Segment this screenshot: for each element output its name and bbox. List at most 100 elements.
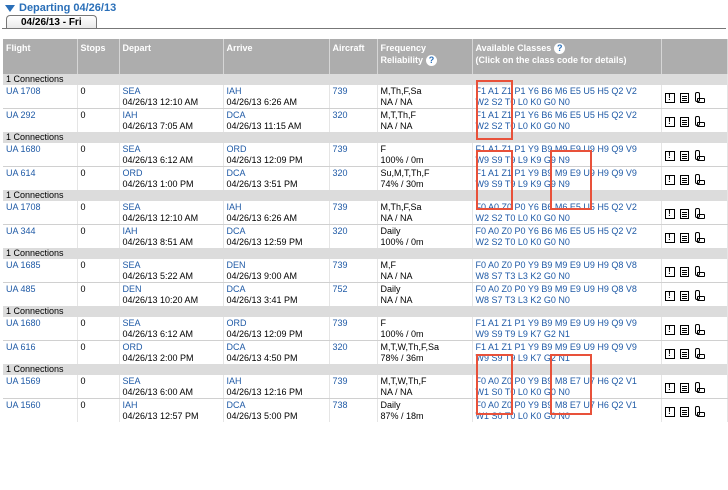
- document-icon[interactable]: [679, 208, 689, 219]
- flight-link[interactable]: UA 1680: [6, 144, 41, 154]
- flight-link[interactable]: UA 292: [6, 110, 36, 120]
- help-icon[interactable]: ?: [554, 43, 566, 55]
- seat-icon[interactable]: [694, 116, 705, 127]
- arrive-city-link[interactable]: ORD: [227, 144, 247, 154]
- warning-icon[interactable]: !: [664, 406, 675, 417]
- class-codes-line1[interactable]: F0 A0 Z0 P0 Y9 B9 M9 E9 U9 H9 Q8 V8: [476, 260, 637, 270]
- warning-icon[interactable]: !: [664, 116, 675, 127]
- seat-icon[interactable]: [694, 324, 705, 335]
- class-codes-line1[interactable]: F1 A1 Z1 P1 Y6 B6 M6 E5 U5 H5 Q2 V2: [476, 110, 637, 120]
- class-codes-line1[interactable]: F1 A1 Z1 P1 Y9 B9 M9 E9 U9 H9 Q9 V9: [476, 168, 637, 178]
- warning-icon[interactable]: !: [664, 348, 675, 359]
- arrive-city-link[interactable]: DCA: [227, 400, 246, 410]
- class-codes-line1[interactable]: F1 A1 Z1 P1 Y9 B9 M9 E9 U9 H9 Q9 V9: [476, 318, 637, 328]
- arrive-city-link[interactable]: IAH: [227, 86, 242, 96]
- class-codes-line1[interactable]: F0 A0 Z0 P0 Y9 B9 M9 E9 U9 H9 Q8 V8: [476, 284, 637, 294]
- aircraft-link[interactable]: 739: [333, 318, 348, 328]
- warning-icon[interactable]: !: [664, 382, 675, 393]
- class-codes-line2[interactable]: W9 S9 T9 L9 K7 G2 N1: [476, 353, 570, 363]
- class-codes-line2[interactable]: W2 S2 T0 L0 K0 G0 N0: [476, 97, 570, 107]
- class-codes-line2[interactable]: W1 S0 T0 L0 K0 G0 N0: [476, 411, 570, 421]
- class-codes-line2[interactable]: W2 S2 T0 L0 K0 G0 N0: [476, 213, 570, 223]
- seat-icon[interactable]: [694, 290, 705, 301]
- class-codes-line1[interactable]: F1 A1 Z1 P1 Y9 B9 M9 E9 U9 H9 Q9 V9: [476, 144, 637, 154]
- arrive-city-link[interactable]: IAH: [227, 376, 242, 386]
- warning-icon[interactable]: !: [664, 266, 675, 277]
- depart-city-link[interactable]: ORD: [123, 168, 143, 178]
- warning-icon[interactable]: !: [664, 324, 675, 335]
- flight-link[interactable]: UA 616: [6, 342, 36, 352]
- class-codes-line2[interactable]: W9 S9 T9 L9 K9 G9 N9: [476, 179, 570, 189]
- aircraft-link[interactable]: 752: [333, 284, 348, 294]
- document-icon[interactable]: [679, 324, 689, 335]
- flight-link[interactable]: UA 344: [6, 226, 36, 236]
- class-codes-line1[interactable]: F0 A0 Z0 P0 Y9 B9 M8 E7 U7 H6 Q2 V1: [476, 376, 637, 386]
- seat-icon[interactable]: [694, 266, 705, 277]
- class-codes-line2[interactable]: W8 S7 T3 L3 K2 G0 N0: [476, 271, 570, 281]
- depart-city-link[interactable]: IAH: [123, 110, 138, 120]
- depart-city-link[interactable]: ORD: [123, 342, 143, 352]
- tab-date[interactable]: 04/26/13 - Fri: [6, 15, 97, 29]
- document-icon[interactable]: [679, 174, 689, 185]
- aircraft-link[interactable]: 320: [333, 226, 348, 236]
- seat-icon[interactable]: [694, 232, 705, 243]
- class-codes-line2[interactable]: W2 S2 T0 L0 K0 G0 N0: [476, 121, 570, 131]
- aircraft-link[interactable]: 320: [333, 342, 348, 352]
- help-icon[interactable]: ?: [426, 55, 438, 67]
- depart-city-link[interactable]: IAH: [123, 226, 138, 236]
- aircraft-link[interactable]: 739: [333, 260, 348, 270]
- class-codes-line1[interactable]: F0 A0 Z0 P0 Y9 B9 M8 E7 U7 H6 Q2 V1: [476, 400, 637, 410]
- aircraft-link[interactable]: 320: [333, 110, 348, 120]
- depart-city-link[interactable]: SEA: [123, 86, 141, 96]
- document-icon[interactable]: [679, 348, 689, 359]
- arrive-city-link[interactable]: ORD: [227, 318, 247, 328]
- depart-city-link[interactable]: SEA: [123, 144, 141, 154]
- flight-link[interactable]: UA 1708: [6, 86, 41, 96]
- warning-icon[interactable]: !: [664, 232, 675, 243]
- arrive-city-link[interactable]: DCA: [227, 226, 246, 236]
- arrive-city-link[interactable]: DCA: [227, 110, 246, 120]
- arrive-city-link[interactable]: IAH: [227, 202, 242, 212]
- flight-link[interactable]: UA 1685: [6, 260, 41, 270]
- flight-link[interactable]: UA 614: [6, 168, 36, 178]
- warning-icon[interactable]: !: [664, 150, 675, 161]
- class-codes-line2[interactable]: W1 S0 T0 L0 K0 G0 N0: [476, 387, 570, 397]
- flight-link[interactable]: UA 1569: [6, 376, 41, 386]
- aircraft-link[interactable]: 739: [333, 376, 348, 386]
- document-icon[interactable]: [679, 290, 689, 301]
- depart-city-link[interactable]: IAH: [123, 400, 138, 410]
- aircraft-link[interactable]: 739: [333, 86, 348, 96]
- depart-city-link[interactable]: DEN: [123, 284, 142, 294]
- depart-city-link[interactable]: SEA: [123, 202, 141, 212]
- aircraft-link[interactable]: 739: [333, 202, 348, 212]
- aircraft-link[interactable]: 738: [333, 400, 348, 410]
- document-icon[interactable]: [679, 92, 689, 103]
- document-icon[interactable]: [679, 406, 689, 417]
- seat-icon[interactable]: [694, 406, 705, 417]
- document-icon[interactable]: [679, 232, 689, 243]
- collapse-triangle-icon[interactable]: [5, 4, 15, 12]
- class-codes-line1[interactable]: F1 A1 Z1 P1 Y9 B9 M9 E9 U9 H9 Q9 V9: [476, 342, 637, 352]
- warning-icon[interactable]: !: [664, 290, 675, 301]
- depart-city-link[interactable]: SEA: [123, 260, 141, 270]
- depart-city-link[interactable]: SEA: [123, 318, 141, 328]
- seat-icon[interactable]: [694, 150, 705, 161]
- class-codes-line1[interactable]: F0 A0 Z0 P0 Y6 B6 M6 E5 U5 H5 Q2 V2: [476, 202, 637, 212]
- arrive-city-link[interactable]: DEN: [227, 260, 246, 270]
- aircraft-link[interactable]: 320: [333, 168, 348, 178]
- flight-link[interactable]: UA 485: [6, 284, 36, 294]
- class-codes-line2[interactable]: W9 S9 T9 L9 K7 G2 N1: [476, 329, 570, 339]
- warning-icon[interactable]: !: [664, 208, 675, 219]
- class-codes-line1[interactable]: F1 A1 Z1 P1 Y6 B6 M6 E5 U5 H5 Q2 V2: [476, 86, 637, 96]
- aircraft-link[interactable]: 739: [333, 144, 348, 154]
- flight-link[interactable]: UA 1708: [6, 202, 41, 212]
- seat-icon[interactable]: [694, 382, 705, 393]
- document-icon[interactable]: [679, 382, 689, 393]
- class-codes-line2[interactable]: W9 S9 T9 L9 K9 G9 N9: [476, 155, 570, 165]
- departing-header[interactable]: Departing 04/26/13: [2, 1, 116, 15]
- document-icon[interactable]: [679, 116, 689, 127]
- warning-icon[interactable]: !: [664, 92, 675, 103]
- class-codes-line2[interactable]: W2 S2 T0 L0 K0 G0 N0: [476, 237, 570, 247]
- warning-icon[interactable]: !: [664, 174, 675, 185]
- seat-icon[interactable]: [694, 348, 705, 359]
